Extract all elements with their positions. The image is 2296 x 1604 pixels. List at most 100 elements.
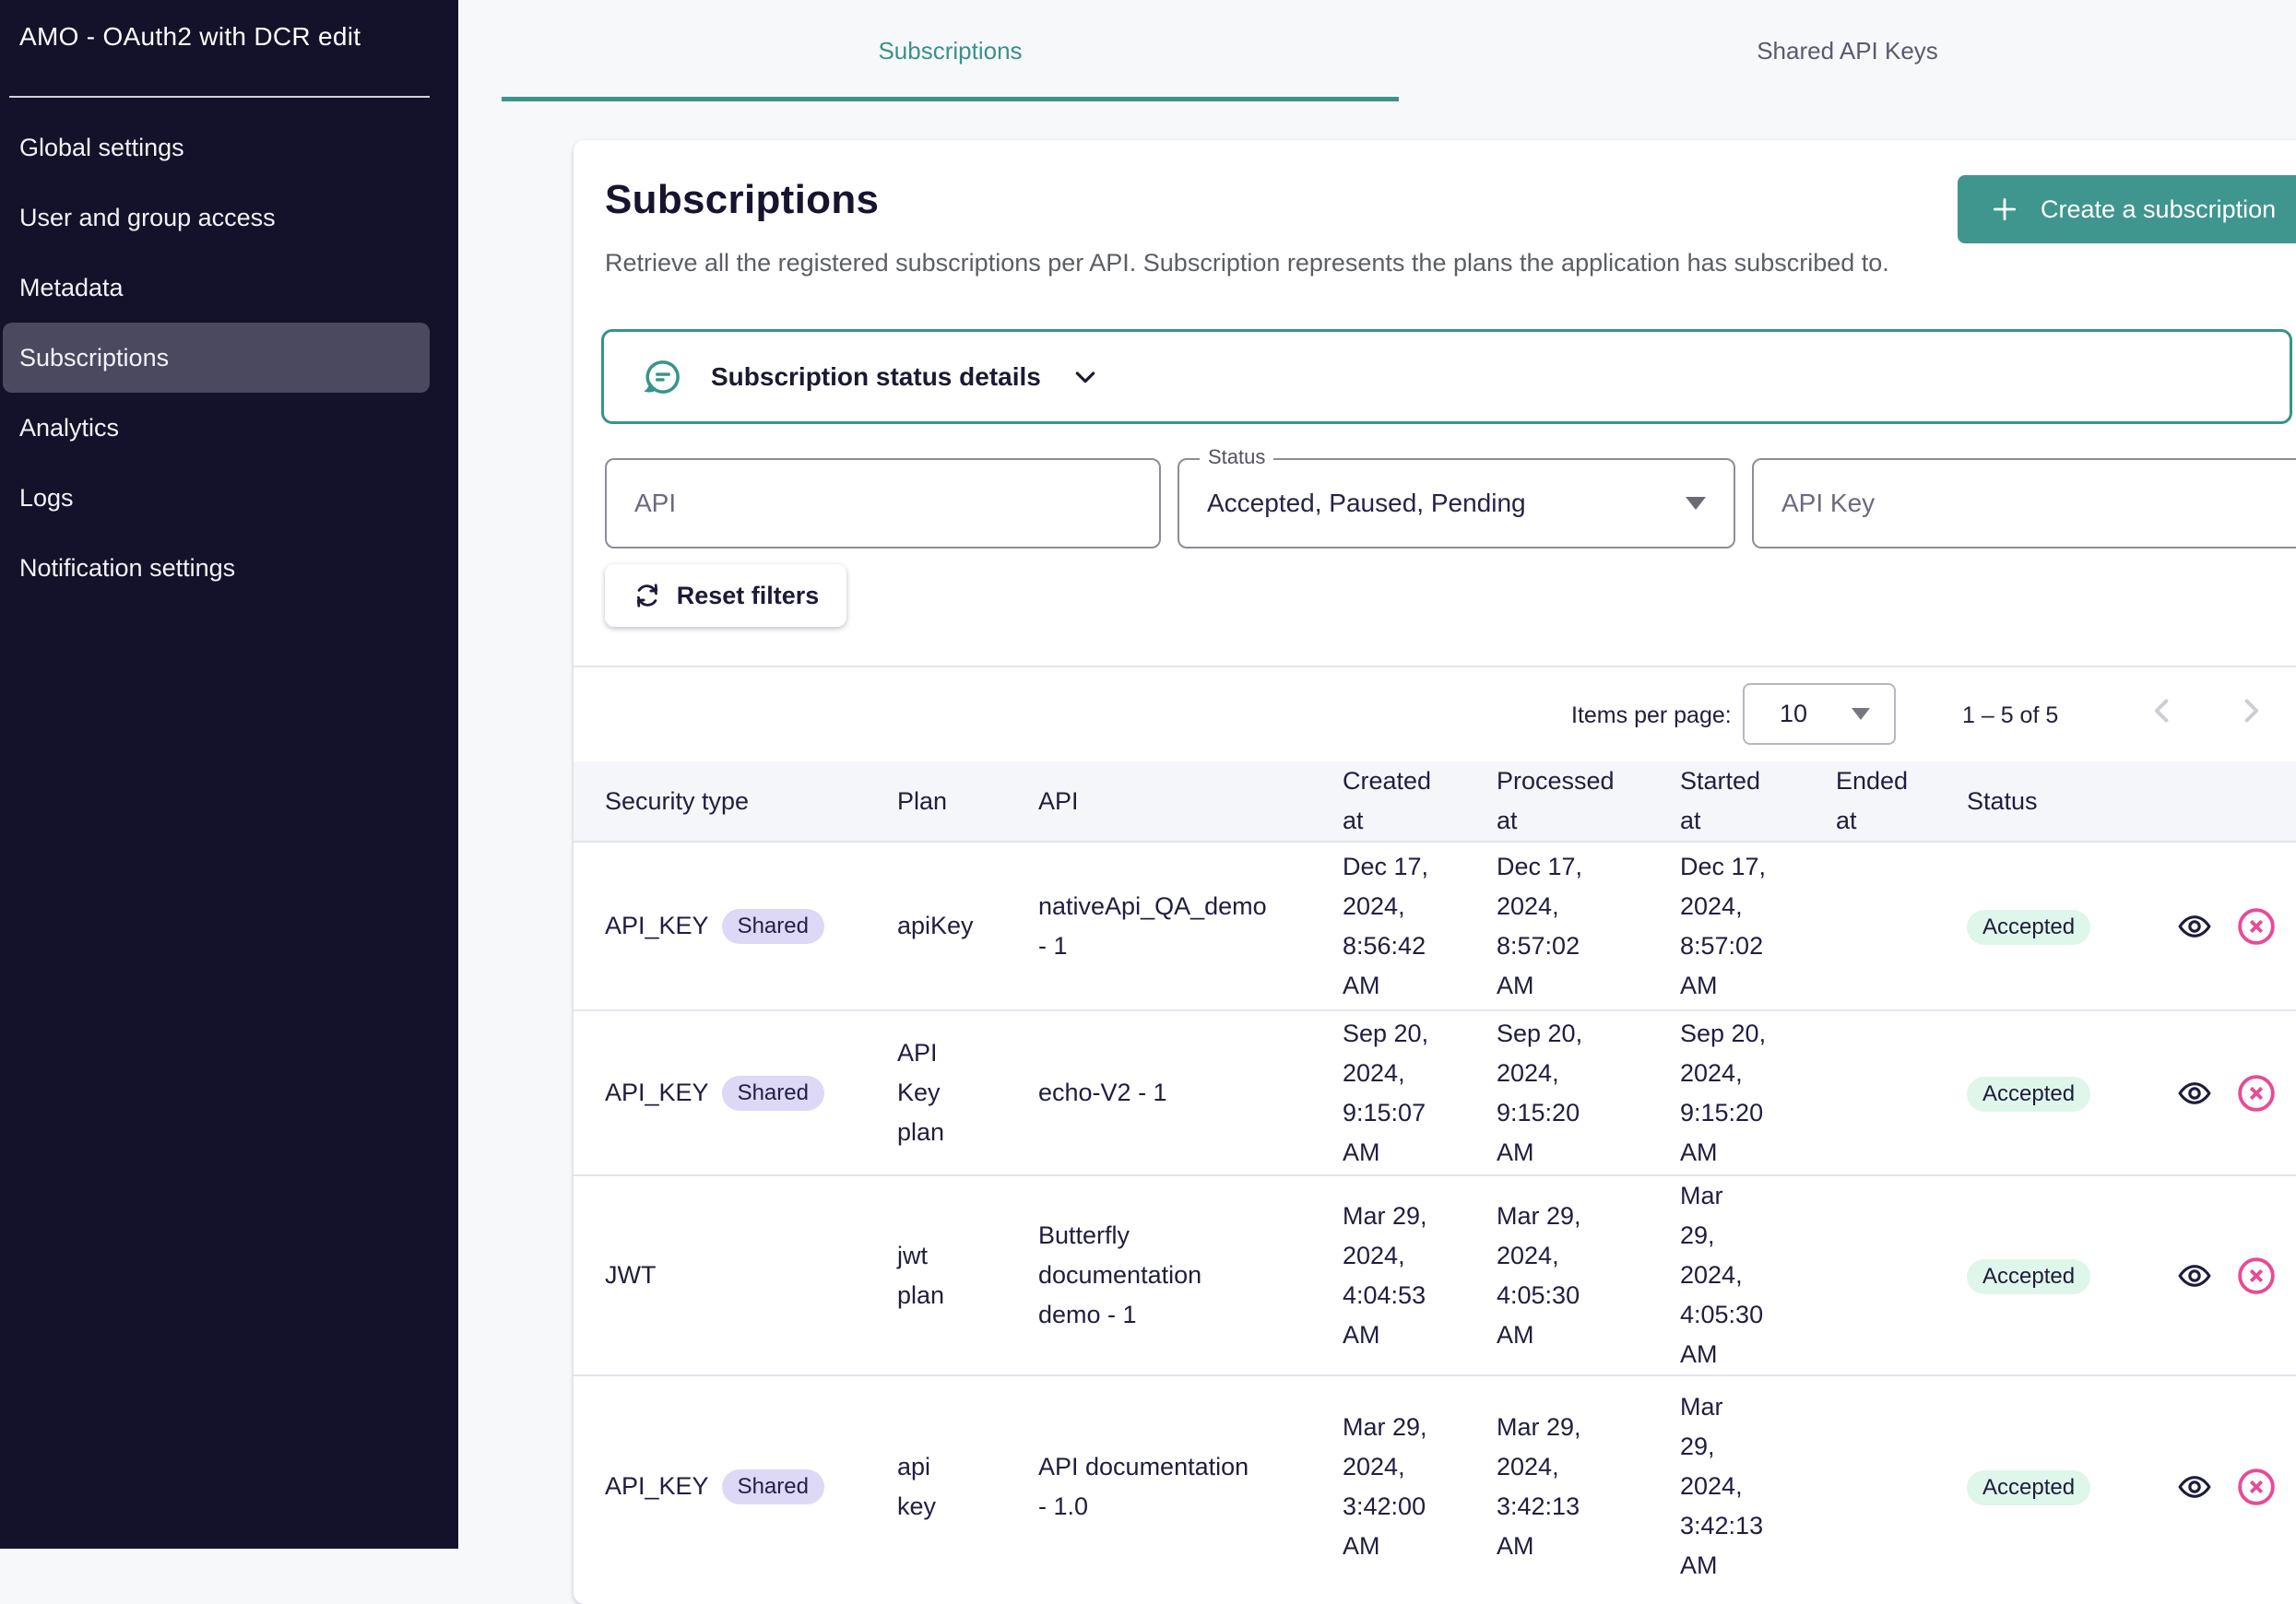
subscriptions-table: Security type Plan API Created at Proces… [574,761,2296,1597]
reset-filters-label: Reset filters [677,582,820,610]
api-cell: nativeApi_QA_demo - 1 [1038,842,1343,1010]
processed-at-cell: Dec 17, 2024, 8:57:02 AM [1497,842,1680,1010]
table-row: API_KEY Shared apiKey nativeApi_QA_demo … [574,842,2296,1010]
x-circle-icon [2235,905,2278,948]
view-subscription-button[interactable] [2176,1075,2213,1112]
dropdown-arrow-icon [1686,497,1706,510]
api-filter-input[interactable]: API [605,458,1161,548]
sidebar-nav: Global settings User and group access Me… [0,112,458,603]
close-subscription-button[interactable] [2235,1466,2278,1508]
page-size-value: 10 [1780,700,1807,728]
table-header-row: Security type Plan API Created at Proces… [574,761,2296,842]
status-badge: Accepted [1967,910,2090,945]
started-at-cell: Dec 17, 2024, 8:57:02 AM [1680,842,1836,1010]
header-plan: Plan [897,761,1038,842]
sidebar-item-notification-settings[interactable]: Notification settings [3,533,430,603]
chevron-left-icon [2143,691,2182,730]
close-subscription-button[interactable] [2235,1255,2278,1297]
shared-badge: Shared [722,1469,824,1504]
ended-at-cell [1836,842,1967,1010]
processed-at-cell: Sep 20, 2024, 9:15:20 AM [1497,1010,1680,1175]
sidebar-item-logs[interactable]: Logs [3,463,430,533]
created-at-cell: Sep 20, 2024, 9:15:07 AM [1343,1010,1497,1175]
subscriptions-card: Subscriptions Retrieve all the registere… [574,140,2296,1604]
eye-icon [2176,1075,2213,1112]
started-at-cell: Mar 29, 2024, 4:05:30 AM [1680,1175,1836,1375]
header-ended-at: Ended at [1836,761,1967,842]
created-at-cell: Dec 17, 2024, 8:56:42 AM [1343,842,1497,1010]
header-started-at: Started at [1680,761,1836,842]
close-subscription-button[interactable] [2235,905,2278,948]
refresh-icon [633,581,662,610]
processed-at-cell: Mar 29, 2024, 4:05:30 AM [1497,1175,1680,1375]
api-key-filter-placeholder: API Key [1781,489,1875,518]
plan-cell: api key [897,1375,1038,1597]
table-row: API_KEY Shared api key API documentation… [574,1375,2296,1597]
api-cell: API documentation - 1.0 [1038,1375,1343,1597]
header-created-at: Created at [1343,761,1497,842]
tab-shared-api-keys-label: Shared API Keys [1757,37,1938,65]
main-content: Subscriptions Shared API Keys Subscripti… [458,0,2296,1549]
tab-shared-api-keys[interactable]: Shared API Keys [1399,0,2296,101]
security-type: API_KEY [605,1073,709,1113]
shared-badge: Shared [722,1076,824,1111]
x-circle-icon [2235,1466,2278,1508]
view-subscription-button[interactable] [2176,1468,2213,1505]
dropdown-arrow-icon [1852,708,1870,720]
api-key-filter-input[interactable]: API Key [1752,458,2296,548]
sidebar: AMO - OAuth2 with DCR edit Global settin… [0,0,458,1549]
api-filter-placeholder: API [634,489,676,518]
status-badge: Accepted [1967,1259,2090,1294]
previous-page-button[interactable] [2143,691,2182,735]
ended-at-cell [1836,1175,1967,1375]
view-subscription-button[interactable] [2176,908,2213,945]
plan-cell: apiKey [897,842,1038,1010]
sidebar-item-subscriptions[interactable]: Subscriptions [3,323,430,393]
plan-cell: API Key plan [897,1010,1038,1175]
status-filter-select[interactable]: Status Accepted, Paused, Pending [1178,458,1735,548]
app-title: AMO - OAuth2 with DCR edit [19,22,361,52]
status-filter-value: Accepted, Paused, Pending [1207,489,1526,518]
sidebar-item-global-settings[interactable]: Global settings [3,112,430,183]
ended-at-cell [1836,1375,1967,1597]
header-processed-at: Processed at [1497,761,1680,842]
comment-bubble-icon [643,357,683,397]
create-subscription-button[interactable]: Create a subscription [1958,175,2296,243]
ended-at-cell [1836,1010,1967,1175]
security-type: API_KEY [605,1467,709,1506]
created-at-cell: Mar 29, 2024, 3:42:00 AM [1343,1375,1497,1597]
started-at-cell: Sep 20, 2024, 9:15:20 AM [1680,1010,1836,1175]
table-row: API_KEY Shared API Key plan echo-V2 - 1 … [574,1010,2296,1175]
chevron-down-icon [1071,362,1100,392]
reset-filters-button[interactable]: Reset filters [605,564,846,627]
table-row: JWT jwt plan Butterfly documentation dem… [574,1175,2296,1375]
header-security-type: Security type [574,761,897,842]
plus-icon [1989,194,2020,225]
next-page-button[interactable] [2231,691,2270,735]
subscription-status-details-accordion[interactable]: Subscription status details [601,329,2292,424]
eye-icon [2176,1257,2213,1294]
tab-subscriptions-label: Subscriptions [878,37,1022,65]
tab-subscriptions[interactable]: Subscriptions [502,0,1399,101]
started-at-cell: Mar 29, 2024, 3:42:13 AM [1680,1375,1836,1597]
chevron-right-icon [2231,691,2270,730]
sidebar-item-analytics[interactable]: Analytics [3,393,430,463]
sidebar-divider [9,96,430,98]
page-size-select[interactable]: 10 [1743,683,1896,745]
sidebar-item-user-and-group-access[interactable]: User and group access [3,183,430,253]
accordion-label: Subscription status details [711,362,1041,392]
api-cell: echo-V2 - 1 [1038,1010,1343,1175]
filters-row: API Status Accepted, Paused, Pending API… [605,458,2296,548]
status-badge: Accepted [1967,1077,2090,1112]
security-type: API_KEY [605,906,709,946]
plan-cell: jwt plan [897,1175,1038,1375]
paginator-range: 1 – 5 of 5 [1962,702,2058,729]
status-badge: Accepted [1967,1470,2090,1505]
security-type: JWT [605,1256,656,1295]
view-subscription-button[interactable] [2176,1257,2213,1294]
status-filter-label: Status [1200,445,1273,469]
sidebar-item-metadata[interactable]: Metadata [3,253,430,323]
header-status: Status [1967,761,2176,842]
paginator: Items per page: 10 1 – 5 of 5 [574,667,2296,761]
close-subscription-button[interactable] [2235,1072,2278,1115]
